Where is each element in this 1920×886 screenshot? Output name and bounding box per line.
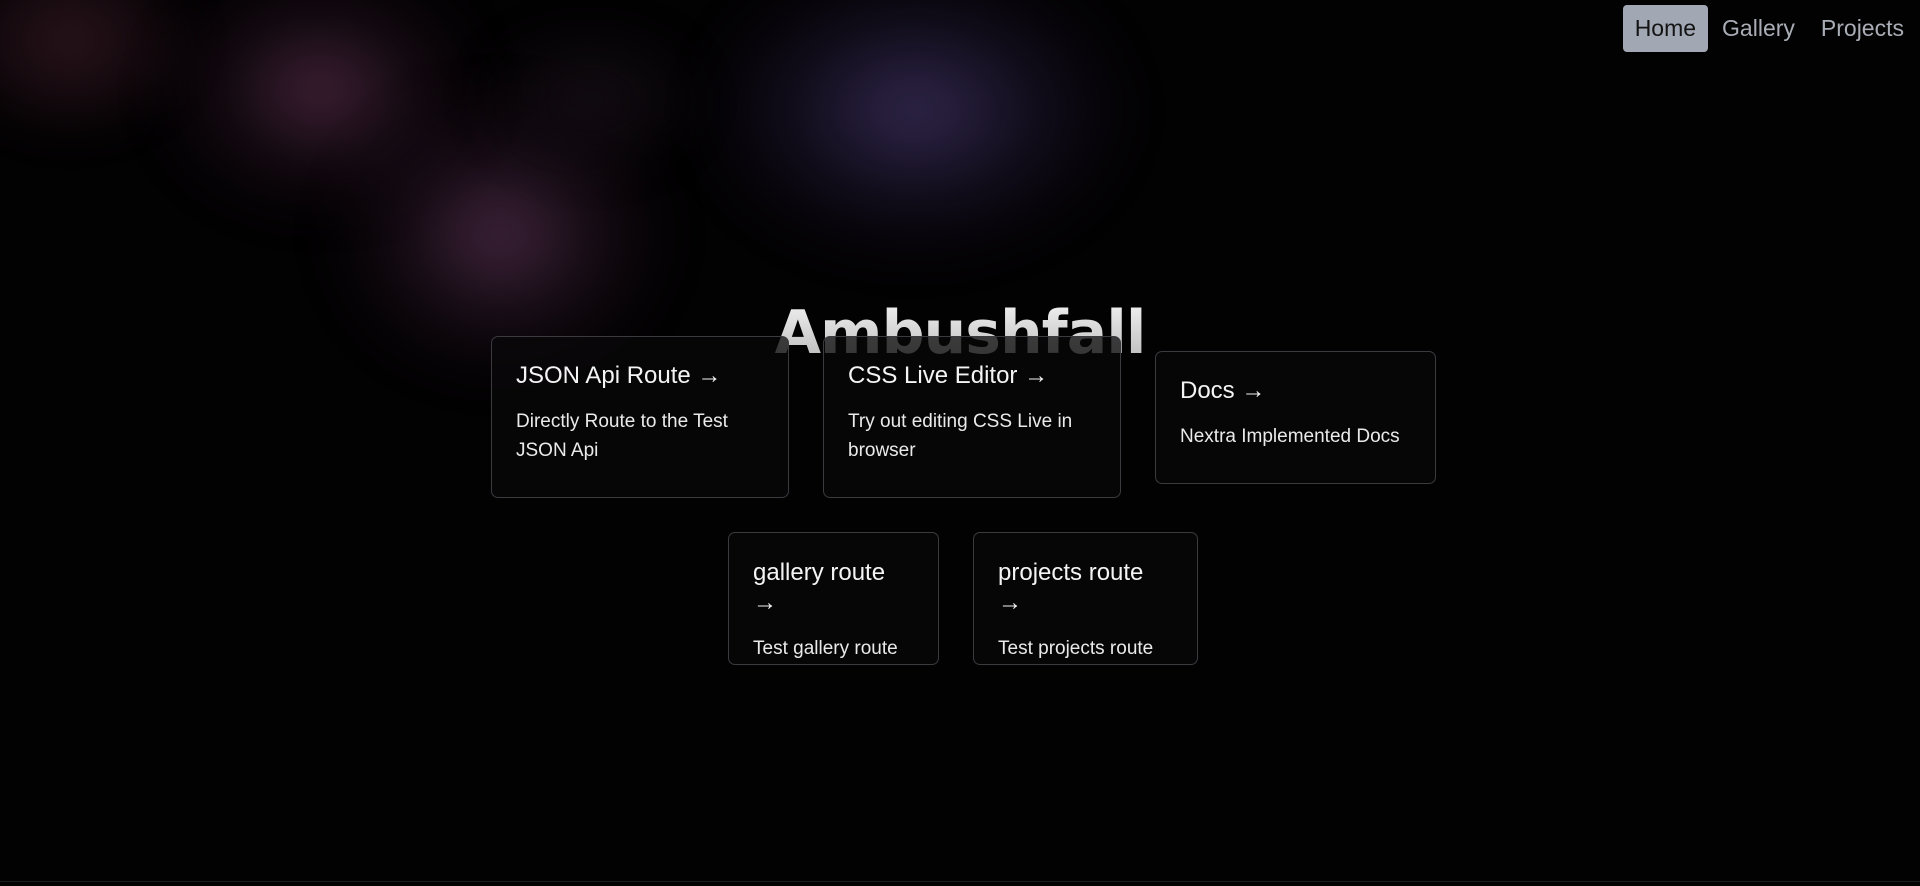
card-projects-route[interactable]: projects route → Test projects route: [973, 532, 1198, 665]
card-docs[interactable]: Docs → Nextra Implemented Docs: [1155, 351, 1436, 484]
nav-item-gallery[interactable]: Gallery: [1710, 5, 1807, 52]
nav-item-home[interactable]: Home: [1622, 5, 1709, 52]
background-shadow: [470, 20, 710, 180]
card-title: projects route →: [998, 559, 1144, 616]
card-title: gallery route →: [753, 559, 886, 616]
card-css-live-editor[interactable]: CSS Live Editor → Try out editing CSS Li…: [823, 336, 1121, 498]
card-gallery-route[interactable]: gallery route → Test gallery route: [728, 532, 939, 665]
background-glow: [700, 0, 1130, 260]
card-description: Test gallery route: [753, 638, 898, 659]
card-title: JSON Api Route →: [516, 362, 722, 389]
bottom-divider: [0, 881, 1920, 882]
nav-item-projects[interactable]: Projects: [1809, 5, 1916, 52]
card-description: Nextra Implemented Docs: [1180, 426, 1400, 447]
card-title: CSS Live Editor →: [848, 362, 1049, 389]
background-glow: [0, 0, 200, 140]
card-title: Docs →: [1180, 377, 1266, 404]
page: Home Gallery Projects Ambushfall JSON Ap…: [0, 0, 1920, 886]
card-description: Try out editing CSS Live in browser: [848, 411, 1073, 461]
top-nav: Home Gallery Projects: [1622, 5, 1916, 52]
background-glow: [150, 0, 490, 220]
card-description: Test projects route: [998, 638, 1154, 659]
card-description: Directly Route to the Test JSON Api: [516, 411, 728, 461]
card-json-api-route[interactable]: JSON Api Route → Directly Route to the T…: [491, 336, 789, 498]
